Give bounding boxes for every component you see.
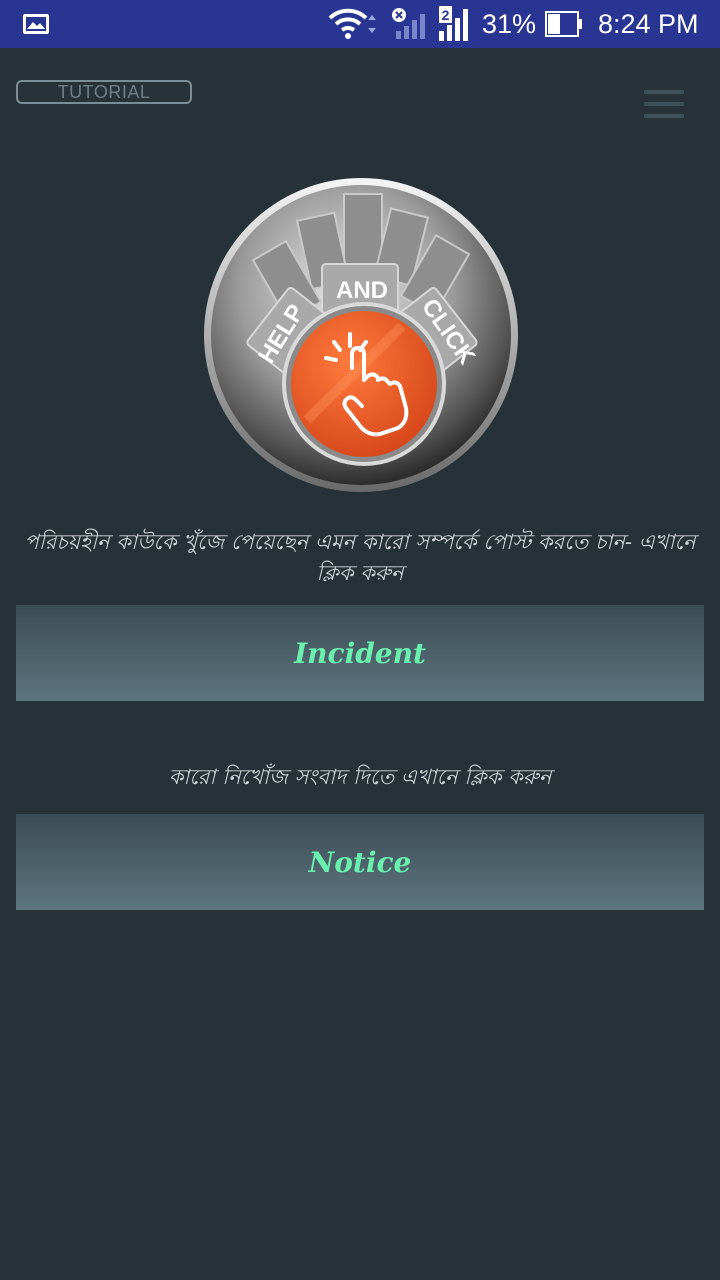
incident-button[interactable]: Incident [16,605,704,701]
tutorial-button[interactable]: TUTORIAL [16,80,192,104]
signal-off-icon [390,0,430,48]
click-button-graphic [291,311,437,457]
hamburger-menu-icon[interactable] [640,88,688,120]
clock: 8:24 PM [598,8,699,39]
logo-word-and: AND [336,277,388,304]
signal-icon: 2 [438,0,474,48]
notice-button[interactable]: Notice [16,814,704,910]
battery-percent: 31% [482,8,537,39]
wifi-icon [328,0,382,48]
incident-caption: পরিচয়হীন কাউকে খুঁজে পেয়েছেন এমন কারো … [24,530,696,585]
notice-caption: কারো নিখোঁজ সংবাদ দিতে এখানে ক্লিক করুন [168,765,552,789]
help-and-click-logo: AND HELP CLICK [204,178,518,492]
gallery-icon [22,0,50,48]
sim2-label: 2 [442,7,450,23]
battery-icon [545,0,583,48]
status-bar: 2 31% 8:24 PM [0,0,720,48]
